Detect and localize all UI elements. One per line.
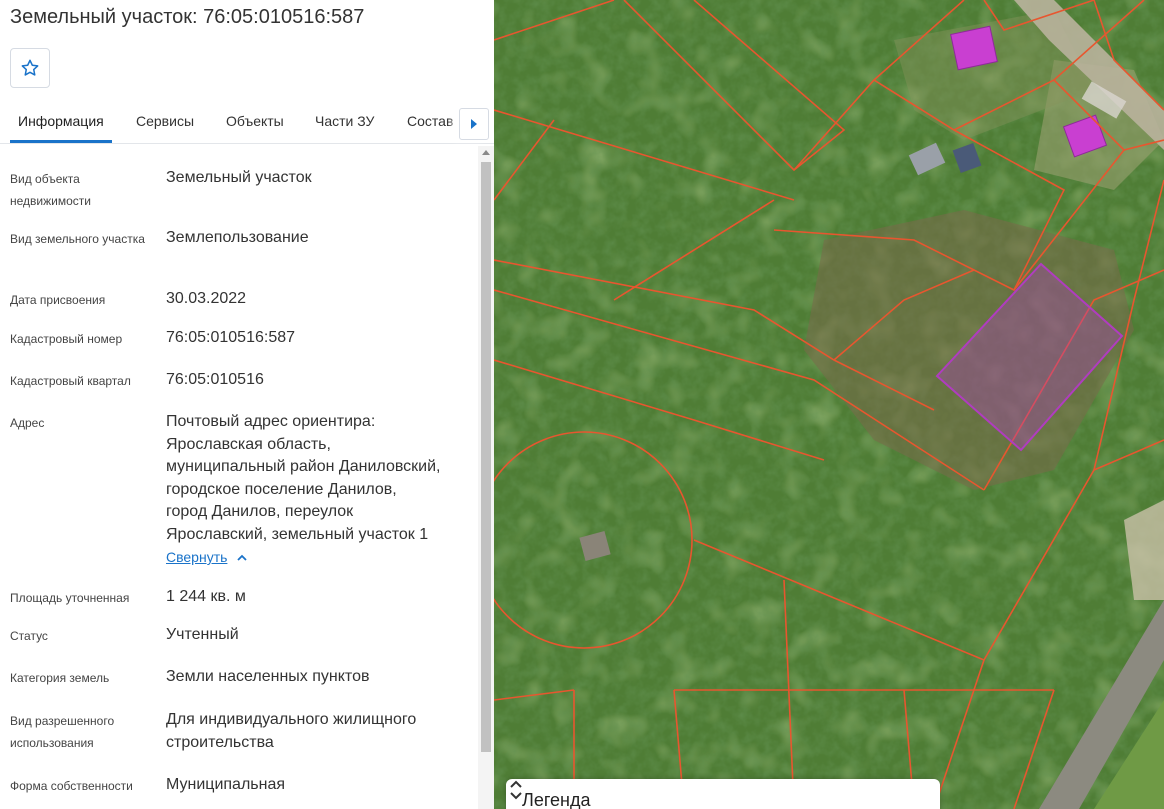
info-value: 76:05:010516:587 bbox=[166, 329, 296, 346]
scroll-up-arrow-icon[interactable] bbox=[482, 150, 490, 155]
info-value: Для индивидуального жилищного строительс… bbox=[166, 711, 417, 751]
map-legend-panel[interactable]: Легенда bbox=[506, 779, 940, 809]
info-label: Форма собственности bbox=[10, 779, 133, 793]
info-label: Адрес bbox=[10, 416, 45, 430]
info-label: Дата присвоения bbox=[10, 293, 106, 307]
chevron-right-icon bbox=[471, 119, 477, 129]
tab-services[interactable]: Сервисы bbox=[136, 113, 194, 129]
active-tab-indicator bbox=[10, 140, 112, 143]
address-line: Почтовый адрес ориентира: bbox=[166, 413, 376, 430]
address-line: муниципальный район Даниловский, bbox=[166, 458, 441, 475]
tab-composition[interactable]: Состав bbox=[407, 113, 453, 129]
address-line: Ярославский, земельный участок 1 bbox=[166, 525, 429, 543]
info-value: 1 244 кв. м bbox=[166, 588, 246, 605]
tab-information[interactable]: Информация bbox=[18, 113, 104, 129]
info-label: Площадь уточненная bbox=[10, 591, 130, 605]
legend-title: Легенда bbox=[522, 790, 591, 809]
collapse-label: Свернуть bbox=[166, 549, 228, 565]
info-label: Вид разрешенного использования bbox=[10, 714, 115, 750]
address-line: Ярославская область, bbox=[166, 435, 331, 453]
info-label: Вид земельного участка bbox=[10, 232, 145, 246]
info-value: 30.03.2022 bbox=[166, 290, 247, 307]
info-value: Земли населенных пунктов bbox=[166, 668, 370, 685]
tab-objects[interactable]: Объекты bbox=[226, 113, 284, 129]
address-value: Почтовый адрес ориентира: Ярославская об… bbox=[166, 411, 466, 546]
chevron-up-icon bbox=[237, 554, 248, 561]
info-label: Категория земель bbox=[10, 671, 110, 685]
info-scrollbar[interactable] bbox=[478, 146, 494, 809]
page-title: Земельный участок: 76:05:010516:587 bbox=[10, 6, 365, 28]
favorite-button[interactable] bbox=[10, 48, 50, 88]
info-label: Кадастровый квартал bbox=[10, 374, 131, 388]
info-label: Вид объекта недвижимости bbox=[10, 172, 91, 208]
satellite-map[interactable] bbox=[494, 0, 1164, 809]
tabs-scroll-right-button[interactable] bbox=[459, 108, 489, 140]
info-value: Учтенный bbox=[166, 626, 239, 643]
scrollbar-thumb[interactable] bbox=[481, 162, 491, 752]
map-view[interactable]: Легенда bbox=[494, 0, 1164, 809]
expand-collapse-icon[interactable] bbox=[506, 779, 526, 801]
info-value: 76:05:010516 bbox=[166, 371, 264, 388]
info-list: Вид объекта недвижимости Земельный участ… bbox=[0, 146, 478, 809]
collapse-address-link[interactable]: Свернуть bbox=[166, 549, 248, 565]
info-label: Кадастровый номер bbox=[10, 332, 123, 346]
info-value: Муниципальная bbox=[166, 776, 286, 793]
map-building-roof-1 bbox=[950, 25, 998, 71]
info-panel: Земельный участок: 76:05:010516:587 Инфо… bbox=[0, 0, 494, 809]
address-line: городское поселение Данилов, bbox=[166, 480, 397, 498]
info-value: Земельный участок bbox=[166, 169, 312, 186]
info-label: Статус bbox=[10, 629, 48, 643]
star-outline-icon bbox=[21, 59, 39, 76]
tab-bar: Информация Сервисы Объекты Части ЗУ Сост… bbox=[0, 100, 494, 144]
address-line: город Данилов, переулок bbox=[166, 503, 354, 520]
info-value: Землепользование bbox=[166, 229, 309, 246]
tab-parcel-parts[interactable]: Части ЗУ bbox=[315, 113, 374, 129]
